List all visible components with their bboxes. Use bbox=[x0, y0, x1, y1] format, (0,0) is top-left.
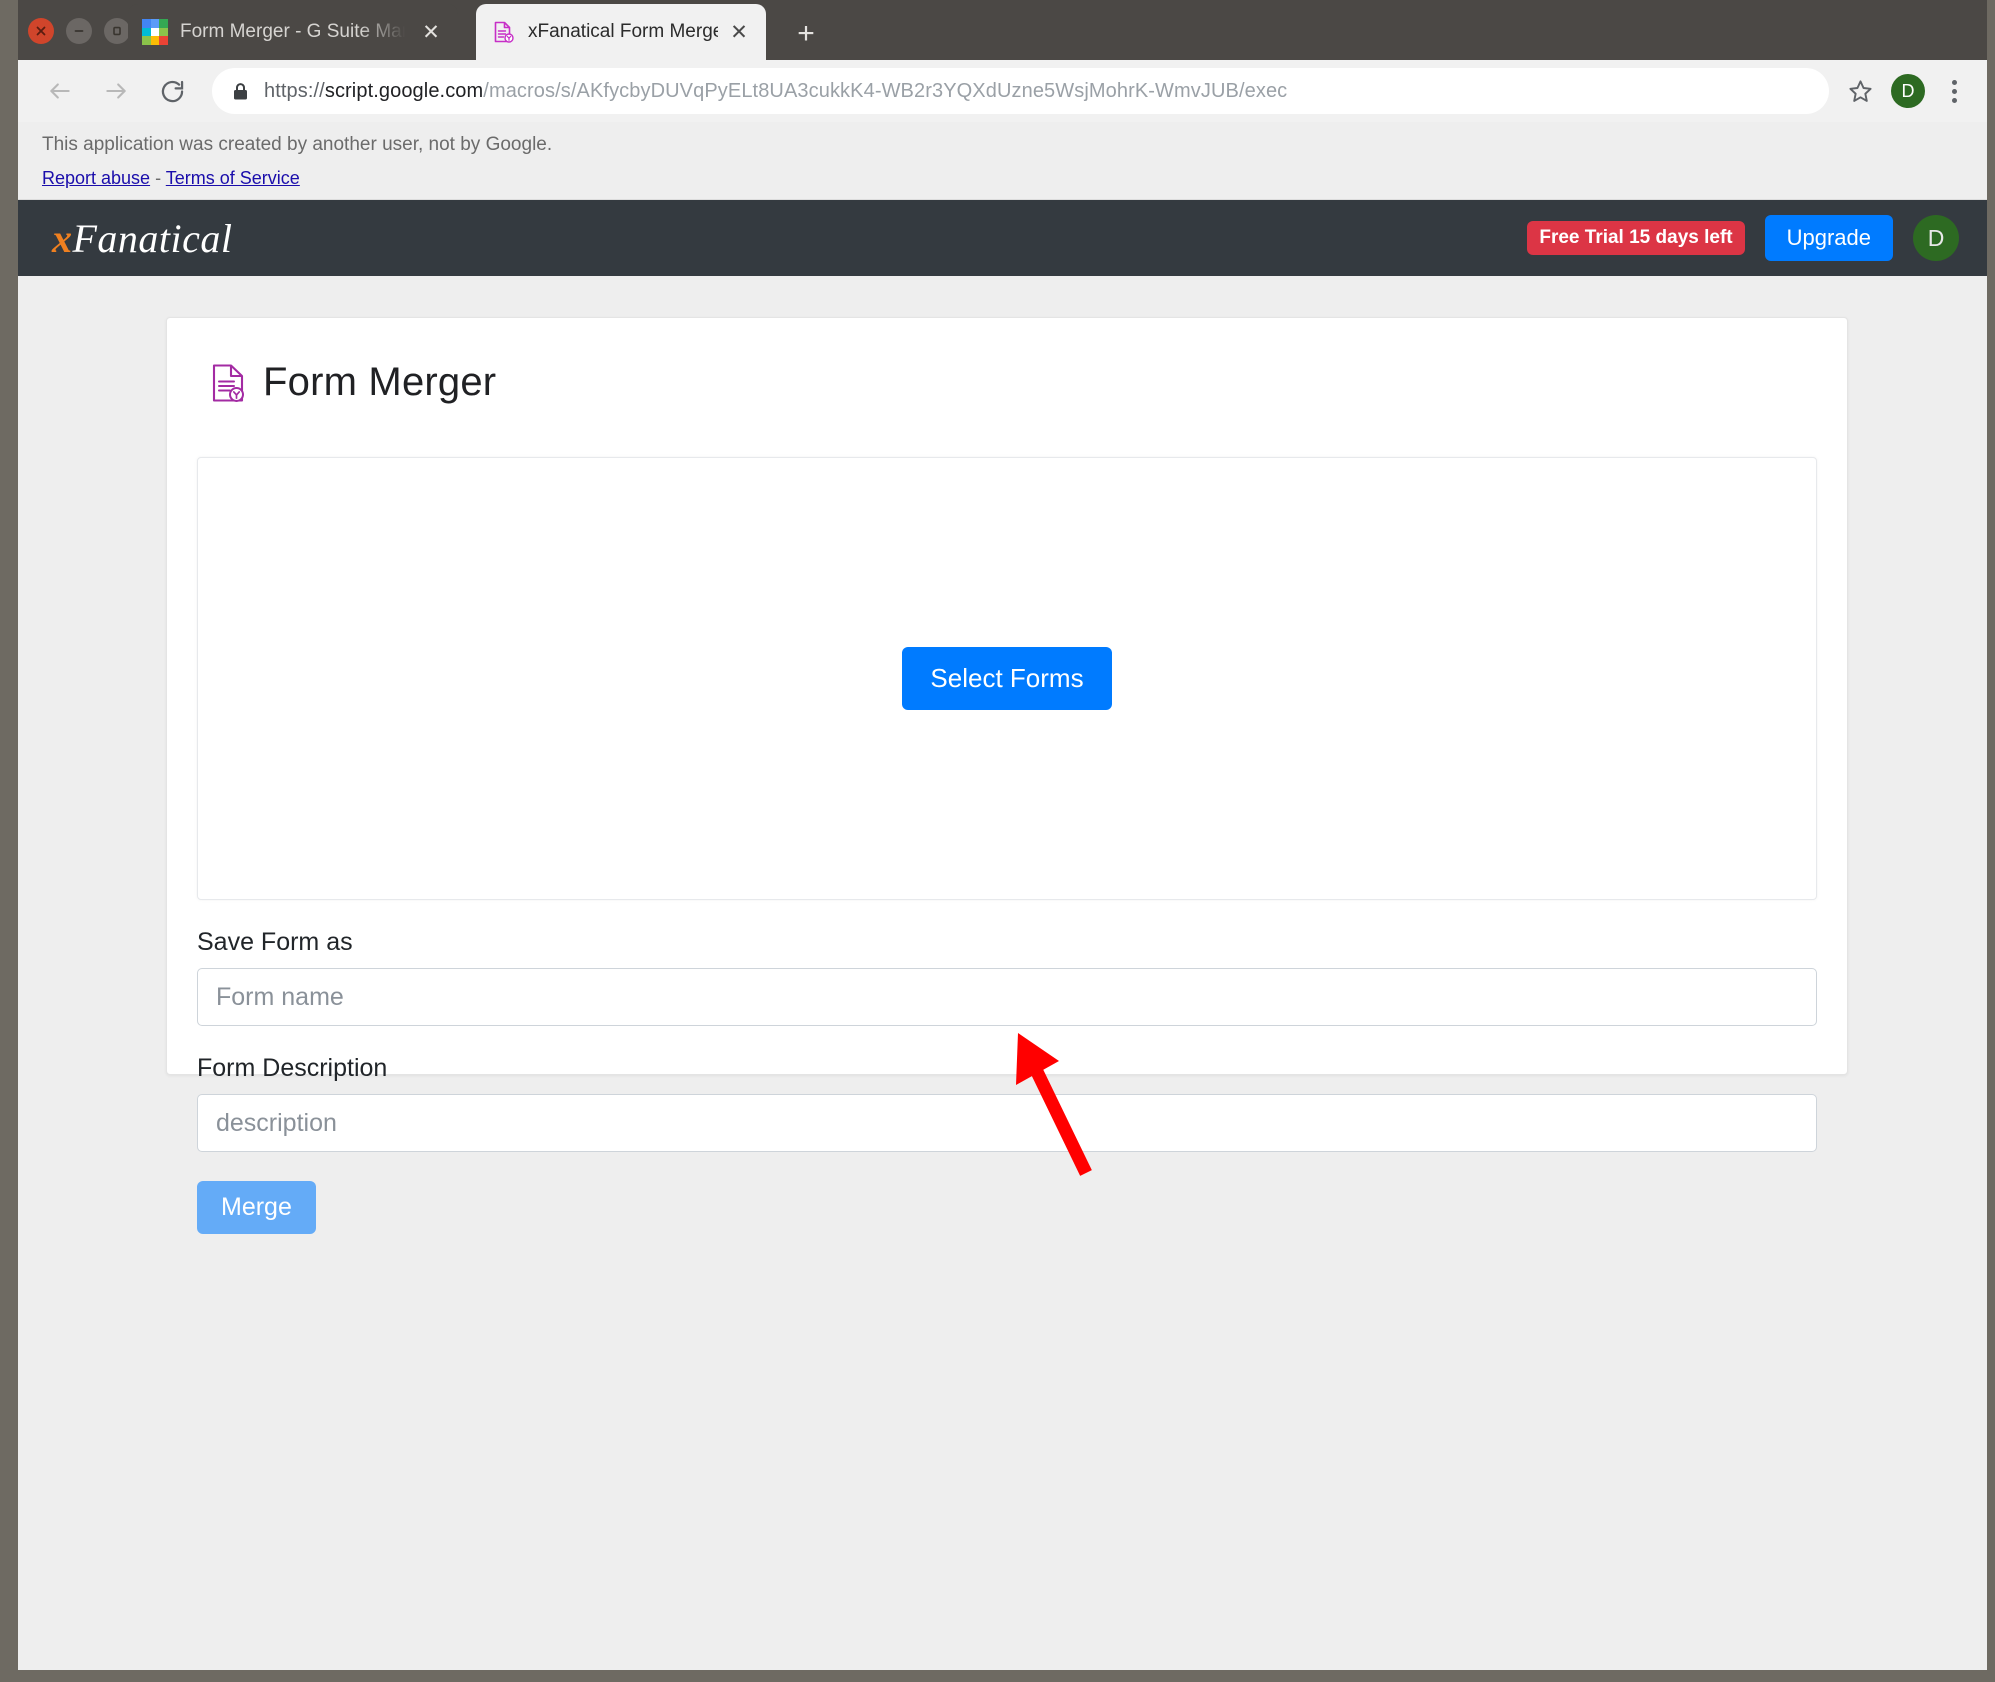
terms-of-service-link[interactable]: Terms of Service bbox=[166, 168, 300, 188]
window-maximize-button[interactable] bbox=[104, 18, 130, 44]
forms-dropzone[interactable]: Select Forms bbox=[197, 457, 1817, 900]
app-page-body: Form Merger Select Forms Save Form as Fo… bbox=[18, 276, 1987, 1670]
upgrade-button[interactable]: Upgrade bbox=[1764, 215, 1893, 261]
maximize-icon bbox=[113, 26, 121, 36]
link-separator: - bbox=[155, 168, 162, 188]
url-scheme: https:// bbox=[264, 79, 325, 102]
gsuite-marketplace-icon bbox=[142, 19, 168, 45]
logo-wordmark: Fanatical bbox=[72, 215, 233, 261]
page-title-row: Form Merger bbox=[211, 360, 1817, 405]
browser-tab-xfanatical-form-merger[interactable]: xFanatical Form Merger ✕ bbox=[476, 4, 766, 60]
form-description-label: Form Description bbox=[197, 1054, 388, 1082]
window-minimize-button[interactable] bbox=[66, 18, 92, 44]
url-text: https://script.google.com/macros/s/AKfyc… bbox=[264, 80, 1287, 103]
select-forms-button[interactable]: Select Forms bbox=[902, 647, 1112, 710]
window-right-gutter bbox=[1987, 0, 1995, 1682]
merge-button[interactable]: Merge bbox=[197, 1181, 316, 1234]
tab-close-button[interactable]: ✕ bbox=[418, 19, 444, 45]
window-bottom-gutter bbox=[0, 1670, 1995, 1682]
close-icon bbox=[36, 26, 46, 36]
minimize-icon bbox=[74, 30, 84, 32]
kebab-menu-icon[interactable] bbox=[1939, 74, 1969, 108]
tab-title: Form Merger - G Suite Marketpla bbox=[180, 21, 410, 42]
form-description-input[interactable] bbox=[197, 1094, 1817, 1152]
form-merger-document-icon bbox=[211, 363, 245, 403]
browser-profile-avatar[interactable]: D bbox=[1891, 74, 1925, 108]
google-apps-script-notice-bar: This application was created by another … bbox=[18, 122, 1987, 200]
reload-icon[interactable] bbox=[148, 67, 196, 115]
back-arrow-icon[interactable] bbox=[36, 67, 84, 115]
save-form-as-label: Save Form as bbox=[197, 928, 353, 956]
report-abuse-link[interactable]: Report abuse bbox=[42, 168, 150, 188]
address-bar[interactable]: https://script.google.com/macros/s/AKfyc… bbox=[212, 68, 1829, 114]
browser-tab-gsuite-marketplace[interactable]: Form Merger - G Suite Marketpla ✕ bbox=[128, 4, 458, 60]
notice-message: This application was created by another … bbox=[42, 134, 553, 155]
logo-x-mark: x bbox=[52, 215, 73, 261]
browser-window: Form Merger - G Suite Marketpla ✕ xFanat… bbox=[0, 0, 1995, 1682]
url-host: script.google.com bbox=[324, 79, 484, 102]
forward-arrow-icon[interactable] bbox=[92, 67, 140, 115]
lock-icon bbox=[230, 82, 250, 101]
app-header: xFanatical Free Trial 15 days left Upgra… bbox=[18, 200, 1987, 276]
tab-strip: Form Merger - G Suite Marketpla ✕ xFanat… bbox=[18, 0, 1987, 60]
xfanatical-logo[interactable]: xFanatical bbox=[52, 215, 233, 262]
browser-toolbar: https://script.google.com/macros/s/AKfyc… bbox=[18, 60, 1987, 122]
form-merger-card: Form Merger Select Forms Save Form as Fo… bbox=[166, 317, 1848, 1234]
notice-links: Report abuse - Terms of Service bbox=[42, 168, 1963, 189]
form-name-input[interactable] bbox=[197, 968, 1817, 1026]
url-path: /macros/s/AKfycbyDUVqPyELt8UA3cukkK4-WB2… bbox=[483, 79, 1288, 102]
window-close-button[interactable] bbox=[28, 18, 54, 44]
star-icon[interactable] bbox=[1843, 74, 1877, 108]
header-actions: Free Trial 15 days left Upgrade D bbox=[1527, 215, 1959, 261]
new-tab-button[interactable]: + bbox=[788, 16, 824, 52]
form-merger-icon bbox=[490, 19, 516, 45]
free-trial-badge: Free Trial 15 days left bbox=[1527, 221, 1745, 255]
tab-title: xFanatical Form Merger bbox=[528, 21, 718, 42]
page-title: Form Merger bbox=[263, 360, 497, 404]
toolbar-right-group: D bbox=[1843, 74, 1987, 108]
user-avatar[interactable]: D bbox=[1913, 215, 1959, 261]
window-left-gutter bbox=[0, 0, 18, 1682]
window-controls bbox=[28, 18, 130, 44]
tab-close-button[interactable]: ✕ bbox=[726, 19, 752, 45]
